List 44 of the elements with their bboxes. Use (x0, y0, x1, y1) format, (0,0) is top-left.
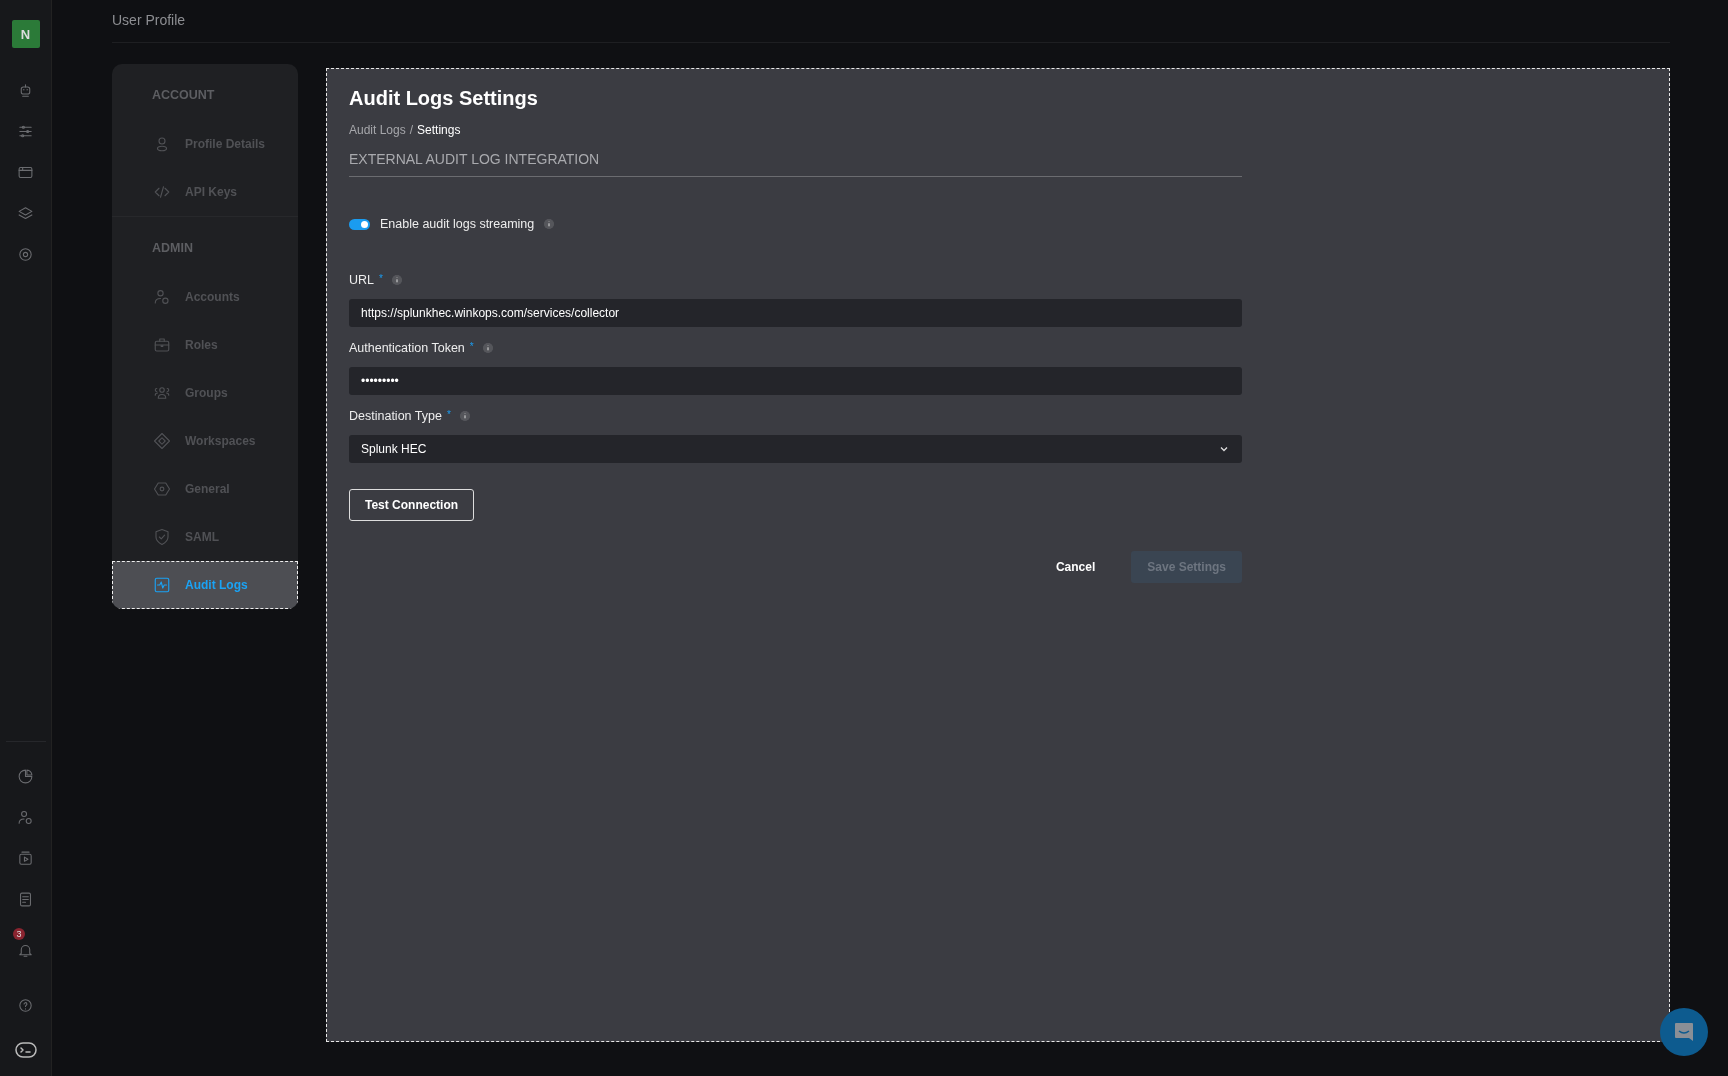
field-label: URL (349, 273, 374, 287)
avatar[interactable]: N (11, 20, 40, 48)
section-title: EXTERNAL AUDIT LOG INTEGRATION (349, 151, 600, 167)
notification-badge: 3 (13, 928, 25, 940)
section-heading: ADMIN (151, 240, 193, 257)
chat-icon (1673, 1021, 1695, 1043)
field-label: Destination Type (349, 409, 442, 423)
required-mark: * (379, 273, 383, 284)
toggle-label: Enable audit logs streaming (380, 217, 535, 231)
page-title: User Profile (112, 12, 186, 28)
sidebar-item[interactable]: Audit Logs (112, 561, 298, 609)
input-field[interactable]: ••••••••• (349, 367, 1242, 395)
input-field[interactable]: https://splunkhec.winkops.com/services/collector (349, 299, 1242, 327)
video-icon[interactable] (17, 850, 34, 867)
user-settings-icon[interactable] (17, 809, 34, 826)
code-icon (153, 183, 171, 201)
toggle-switch[interactable] (349, 218, 370, 230)
field-label: Authentication Token (349, 341, 465, 355)
browser-window-icon[interactable] (17, 164, 34, 181)
required-mark: * (469, 341, 474, 352)
breadcrumb-item: Settings (417, 123, 461, 137)
pie-chart-icon[interactable] (17, 768, 34, 785)
dropdown[interactable]: Splunk HEC (349, 435, 1242, 463)
document-icon[interactable] (17, 891, 34, 908)
user-settings-icon (153, 288, 171, 306)
diamond-icon (153, 432, 171, 450)
cancel-button[interactable]: Cancel (1049, 559, 1102, 575)
notification-icon[interactable] (17, 942, 34, 959)
panel-title: Audit Logs Settings (349, 87, 539, 110)
breadcrumb-separator: / (409, 123, 414, 137)
required-mark: * (446, 409, 451, 420)
help-icon[interactable] (17, 997, 34, 1014)
hexagon-icon (153, 480, 171, 498)
activity-icon (153, 576, 171, 594)
test-connection-button[interactable]: Test Connection (349, 489, 475, 521)
group-icon (153, 384, 171, 402)
section-heading: ACCOUNT (151, 87, 215, 104)
sliders-icon[interactable] (17, 123, 34, 140)
briefcase-icon (153, 336, 171, 354)
breadcrumb-item[interactable]: Audit Logs (349, 123, 406, 137)
chat-button[interactable] (1660, 1008, 1708, 1056)
shield-check-icon (153, 528, 171, 546)
settings-icon[interactable] (17, 246, 34, 263)
layers-icon[interactable] (17, 205, 34, 222)
